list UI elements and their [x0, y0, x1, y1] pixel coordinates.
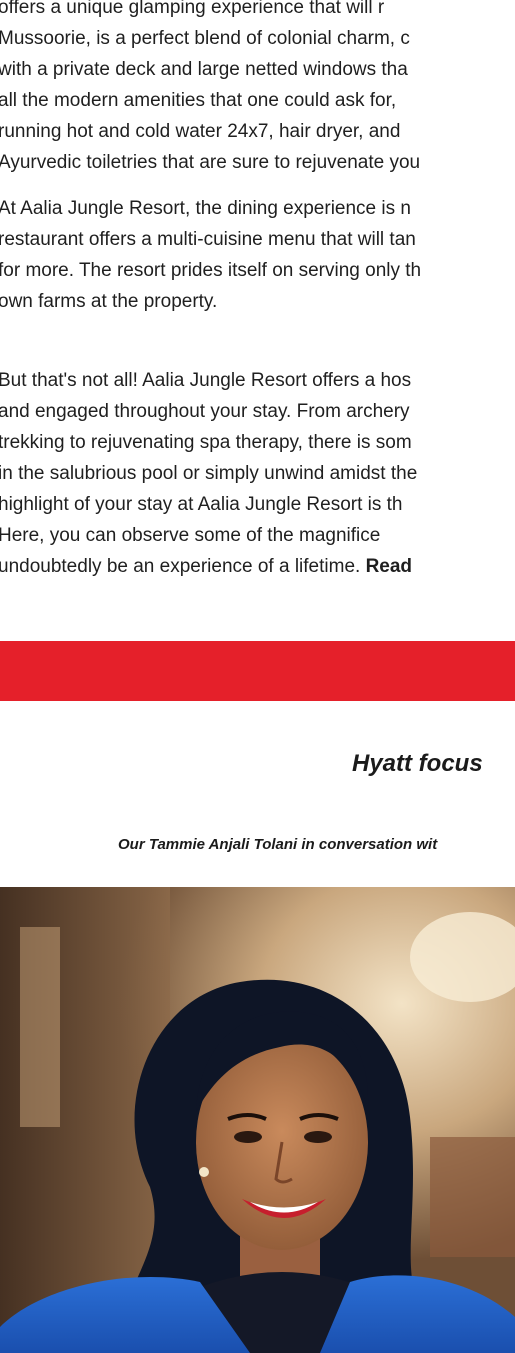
paragraph-line: for more. The resort prides itself on se… — [0, 260, 422, 281]
paragraph-line: offers a unique glamping experience that… — [0, 0, 385, 18]
paragraph-line: and engaged throughout your stay. From a… — [0, 401, 410, 422]
paragraph-line: own farms at the property. — [0, 291, 218, 312]
paragraph-line: Mussoorie, is a perfect blend of colonia… — [0, 28, 410, 49]
paragraph-line: Ayurvedic toiletries that are sure to re… — [0, 152, 421, 173]
paragraph-line: in the salubrious pool or simply unwind … — [0, 463, 418, 484]
read-more-link[interactable]: Read — [366, 556, 412, 577]
article-paragraph-2: At Aalia Jungle Resort, the dining exper… — [0, 193, 515, 317]
paragraph-text: undoubtedly be an experience of a lifeti… — [0, 556, 366, 577]
article-paragraph-1: offers a unique glamping experience that… — [0, 0, 515, 178]
section-title: Hyatt focus — [352, 750, 483, 777]
section-banner — [0, 641, 515, 701]
paragraph-line: Here, you can observe some of the magnif… — [0, 525, 381, 546]
paragraph-line: restaurant offers a multi-cuisine menu t… — [0, 229, 416, 250]
paragraph-line: with a private deck and large netted win… — [0, 59, 408, 80]
paragraph-line: But that's not all! Aalia Jungle Resort … — [0, 370, 412, 391]
paragraph-line: trekking to rejuvenating spa therapy, th… — [0, 432, 412, 453]
paragraph-line: all the modern amenities that one could … — [0, 90, 397, 111]
article-paragraph-3: But that's not all! Aalia Jungle Resort … — [0, 365, 515, 582]
feature-photo — [0, 887, 515, 1353]
paragraph-line: highlight of your stay at Aalia Jungle R… — [0, 494, 403, 515]
paragraph-line: At Aalia Jungle Resort, the dining exper… — [0, 198, 411, 219]
feature-subtitle: Our Tammie Anjali Tolani in conversation… — [118, 836, 438, 853]
paragraph-line: running hot and cold water 24x7, hair dr… — [0, 121, 401, 142]
paragraph-line-last: undoubtedly be an experience of a lifeti… — [0, 551, 515, 582]
article-body: offers a unique glamping experience that… — [0, 0, 515, 582]
